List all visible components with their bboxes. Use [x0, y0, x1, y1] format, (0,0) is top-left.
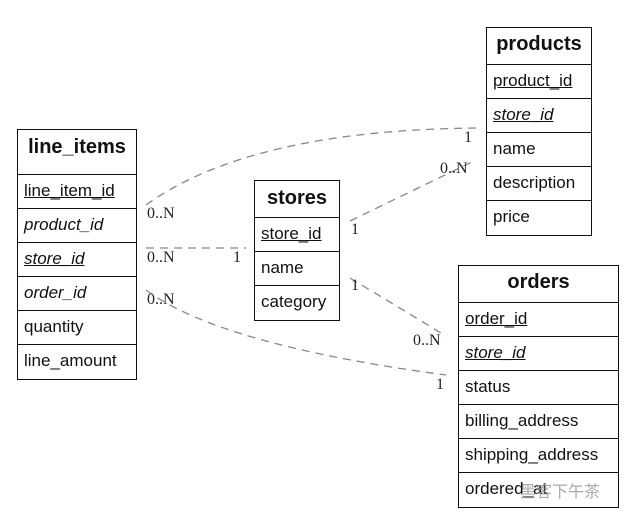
- entity-title: line_items: [18, 130, 136, 175]
- field-name: product_id: [493, 71, 573, 90]
- field-name: product_id: [24, 215, 104, 234]
- field-name: name: [493, 139, 536, 158]
- watermark: 黑客下午茶: [520, 484, 601, 501]
- field-name: line_item_id: [24, 181, 115, 200]
- field-row[interactable]: name: [255, 252, 339, 286]
- field-row[interactable]: store_id: [487, 99, 591, 133]
- cardinality-label: 0..N: [440, 160, 468, 177]
- field-row[interactable]: store_id: [459, 337, 618, 371]
- field-row[interactable]: store_id: [18, 243, 136, 277]
- field-name: shipping_address: [465, 445, 599, 464]
- field-row[interactable]: status: [459, 371, 618, 405]
- cardinality-label: 1: [233, 249, 241, 266]
- field-name: status: [465, 377, 511, 396]
- field-name: order_id: [465, 309, 528, 328]
- cardinality-label: 1: [351, 277, 359, 294]
- link-stores-orders: [349, 277, 447, 337]
- field-row[interactable]: description: [487, 167, 591, 201]
- field-row[interactable]: category: [255, 286, 339, 320]
- field-name: quantity: [24, 317, 84, 336]
- cardinality-label: 0..N: [147, 205, 175, 222]
- field-row[interactable]: name: [487, 133, 591, 167]
- field-name: price: [493, 207, 530, 226]
- field-name: store_id: [465, 343, 526, 362]
- cardinality-label: 1: [436, 376, 444, 393]
- field-row[interactable]: order_id: [459, 303, 618, 337]
- field-row[interactable]: order_id: [18, 277, 136, 311]
- entity-stores[interactable]: stores store_id name category: [254, 180, 340, 321]
- field-row[interactable]: line_amount: [18, 345, 136, 379]
- field-row[interactable]: billing_address: [459, 405, 618, 439]
- field-name: store_id: [493, 105, 554, 124]
- field-name: store_id: [24, 249, 85, 268]
- field-name: description: [493, 173, 576, 192]
- field-row[interactable]: shipping_address: [459, 439, 618, 473]
- field-row[interactable]: product_id: [487, 65, 591, 99]
- field-row[interactable]: line_item_id: [18, 175, 136, 209]
- entity-line-items[interactable]: line_items line_item_id product_id store…: [17, 129, 137, 380]
- cardinality-label: 0..N: [147, 249, 175, 266]
- field-name: line_amount: [24, 351, 117, 370]
- field-name: store_id: [261, 224, 322, 243]
- field-name: name: [261, 258, 304, 277]
- cardinality-label: 0..N: [413, 332, 441, 349]
- field-row[interactable]: price: [487, 201, 591, 235]
- entity-title: products: [487, 28, 591, 65]
- field-name: category: [261, 292, 327, 311]
- entity-orders[interactable]: orders order_id store_id status billing_…: [458, 265, 619, 508]
- entity-products[interactable]: products product_id store_id name descri…: [486, 27, 592, 236]
- field-row[interactable]: quantity: [18, 311, 136, 345]
- field-name: order_id: [24, 283, 87, 302]
- entity-title: stores: [255, 181, 339, 218]
- cardinality-label: 0..N: [147, 291, 175, 308]
- field-name: billing_address: [465, 411, 579, 430]
- cardinality-label: 1: [464, 129, 472, 146]
- field-row[interactable]: product_id: [18, 209, 136, 243]
- cardinality-label: 1: [351, 221, 359, 238]
- entity-title: orders: [459, 266, 618, 303]
- field-row[interactable]: store_id: [255, 218, 339, 252]
